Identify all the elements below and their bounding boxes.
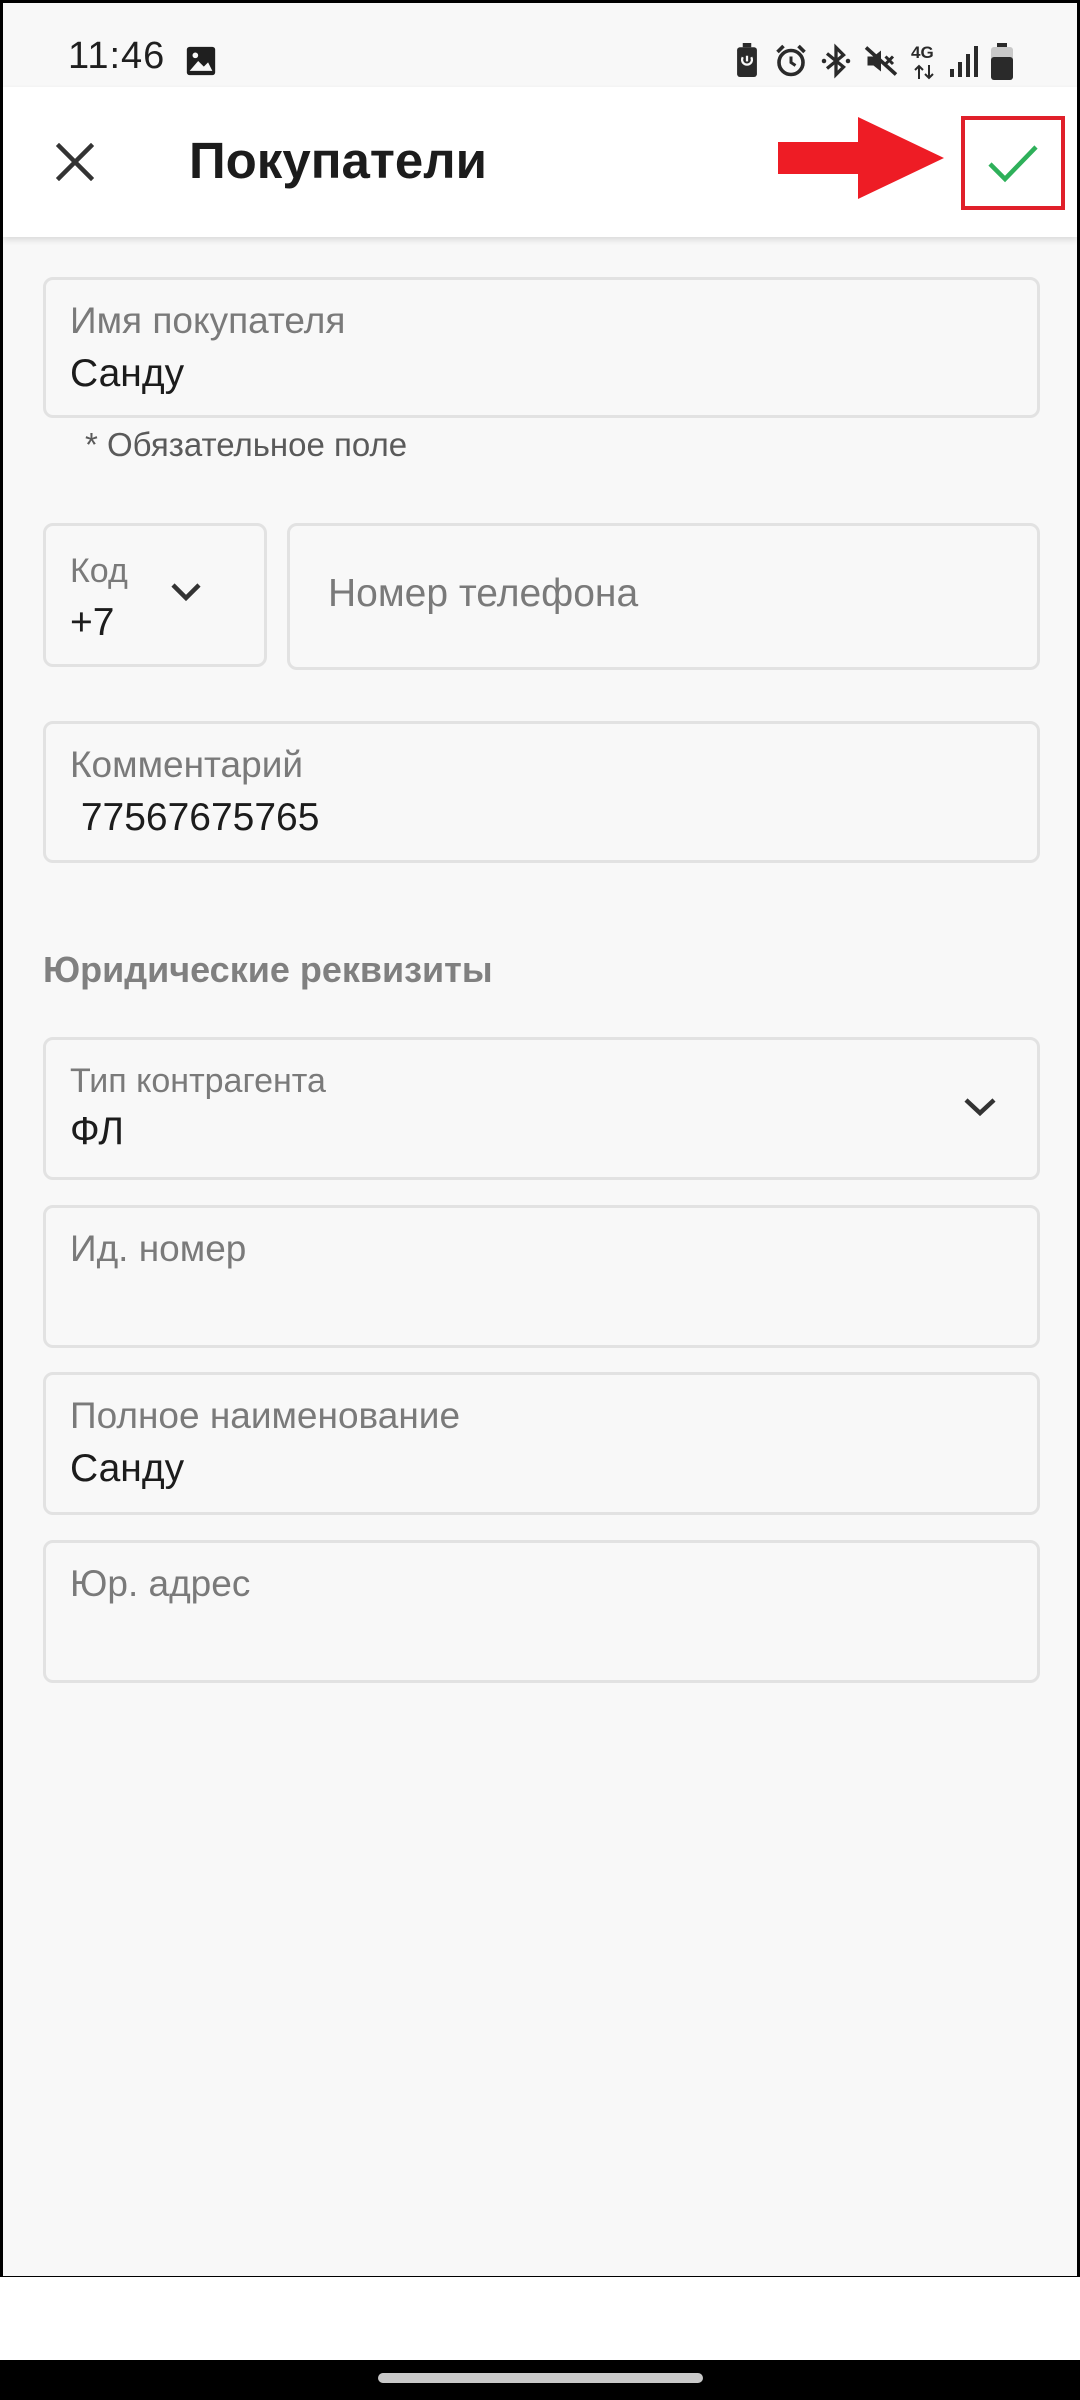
home-indicator[interactable] [378, 2373, 703, 2383]
bluetooth-icon [821, 43, 851, 79]
vibrate-off-icon [864, 46, 898, 76]
legal-address-field[interactable]: Юр. адрес [43, 1540, 1040, 1683]
full-name-value: Санду [70, 1447, 185, 1490]
counterparty-type-value: ФЛ [70, 1110, 124, 1153]
full-name-field[interactable]: Полное наименование Санду [43, 1372, 1040, 1515]
phone-code-value: +7 [70, 601, 115, 644]
legal-details-heading: Юридические реквизиты [43, 949, 493, 990]
id-number-field[interactable]: Ид. номер [43, 1205, 1040, 1348]
full-name-label: Полное наименование [70, 1395, 461, 1436]
phone-code-label: Код [70, 552, 128, 590]
image-icon [186, 46, 216, 76]
id-number-label: Ид. номер [70, 1228, 247, 1269]
status-bar: 11:46 4G [3, 3, 1077, 87]
page-title: Покупатели [189, 132, 487, 189]
battery-icon [991, 43, 1013, 80]
alarm-icon [776, 44, 806, 77]
customer-name-label: Имя покупателя [70, 300, 346, 341]
network-type-label: 4G [911, 43, 934, 62]
customer-name-value: Санду [70, 352, 185, 395]
confirm-button[interactable] [973, 125, 1053, 201]
close-button[interactable] [39, 126, 111, 198]
legal-address-label: Юр. адрес [70, 1563, 251, 1604]
comment-field[interactable]: Комментарий 77567675765 [43, 721, 1040, 863]
phone-code-select[interactable]: Код +7 [43, 523, 267, 667]
confirm-highlight-box [961, 116, 1065, 210]
comment-value: 77567675765 [70, 796, 320, 839]
signal-icon [950, 46, 978, 77]
comment-label: Комментарий [70, 744, 304, 785]
chevron-down-icon [964, 1098, 996, 1117]
counterparty-type-label: Тип контрагента [70, 1062, 326, 1100]
phone-number-placeholder: Номер телефона [328, 572, 639, 615]
chevron-down-icon [171, 583, 201, 602]
customer-name-field[interactable]: Имя покупателя Санду [43, 277, 1040, 418]
check-icon [988, 145, 1038, 183]
phone-number-input[interactable]: Номер телефона [287, 523, 1040, 670]
required-field-hint: * Обязательное поле [85, 426, 408, 463]
app-screen: 11:46 4G Покупатели Имя покупателя Санду… [3, 3, 1077, 2276]
close-icon [56, 143, 94, 181]
status-time: 11:46 [68, 35, 166, 77]
red-arrow-annotation [778, 117, 944, 199]
network-4g-icon: 4G [911, 43, 939, 83]
app-bar: Покупатели [3, 87, 1077, 237]
counterparty-type-select[interactable]: Тип контрагента ФЛ [43, 1037, 1040, 1180]
battery-saver-icon [737, 43, 757, 77]
